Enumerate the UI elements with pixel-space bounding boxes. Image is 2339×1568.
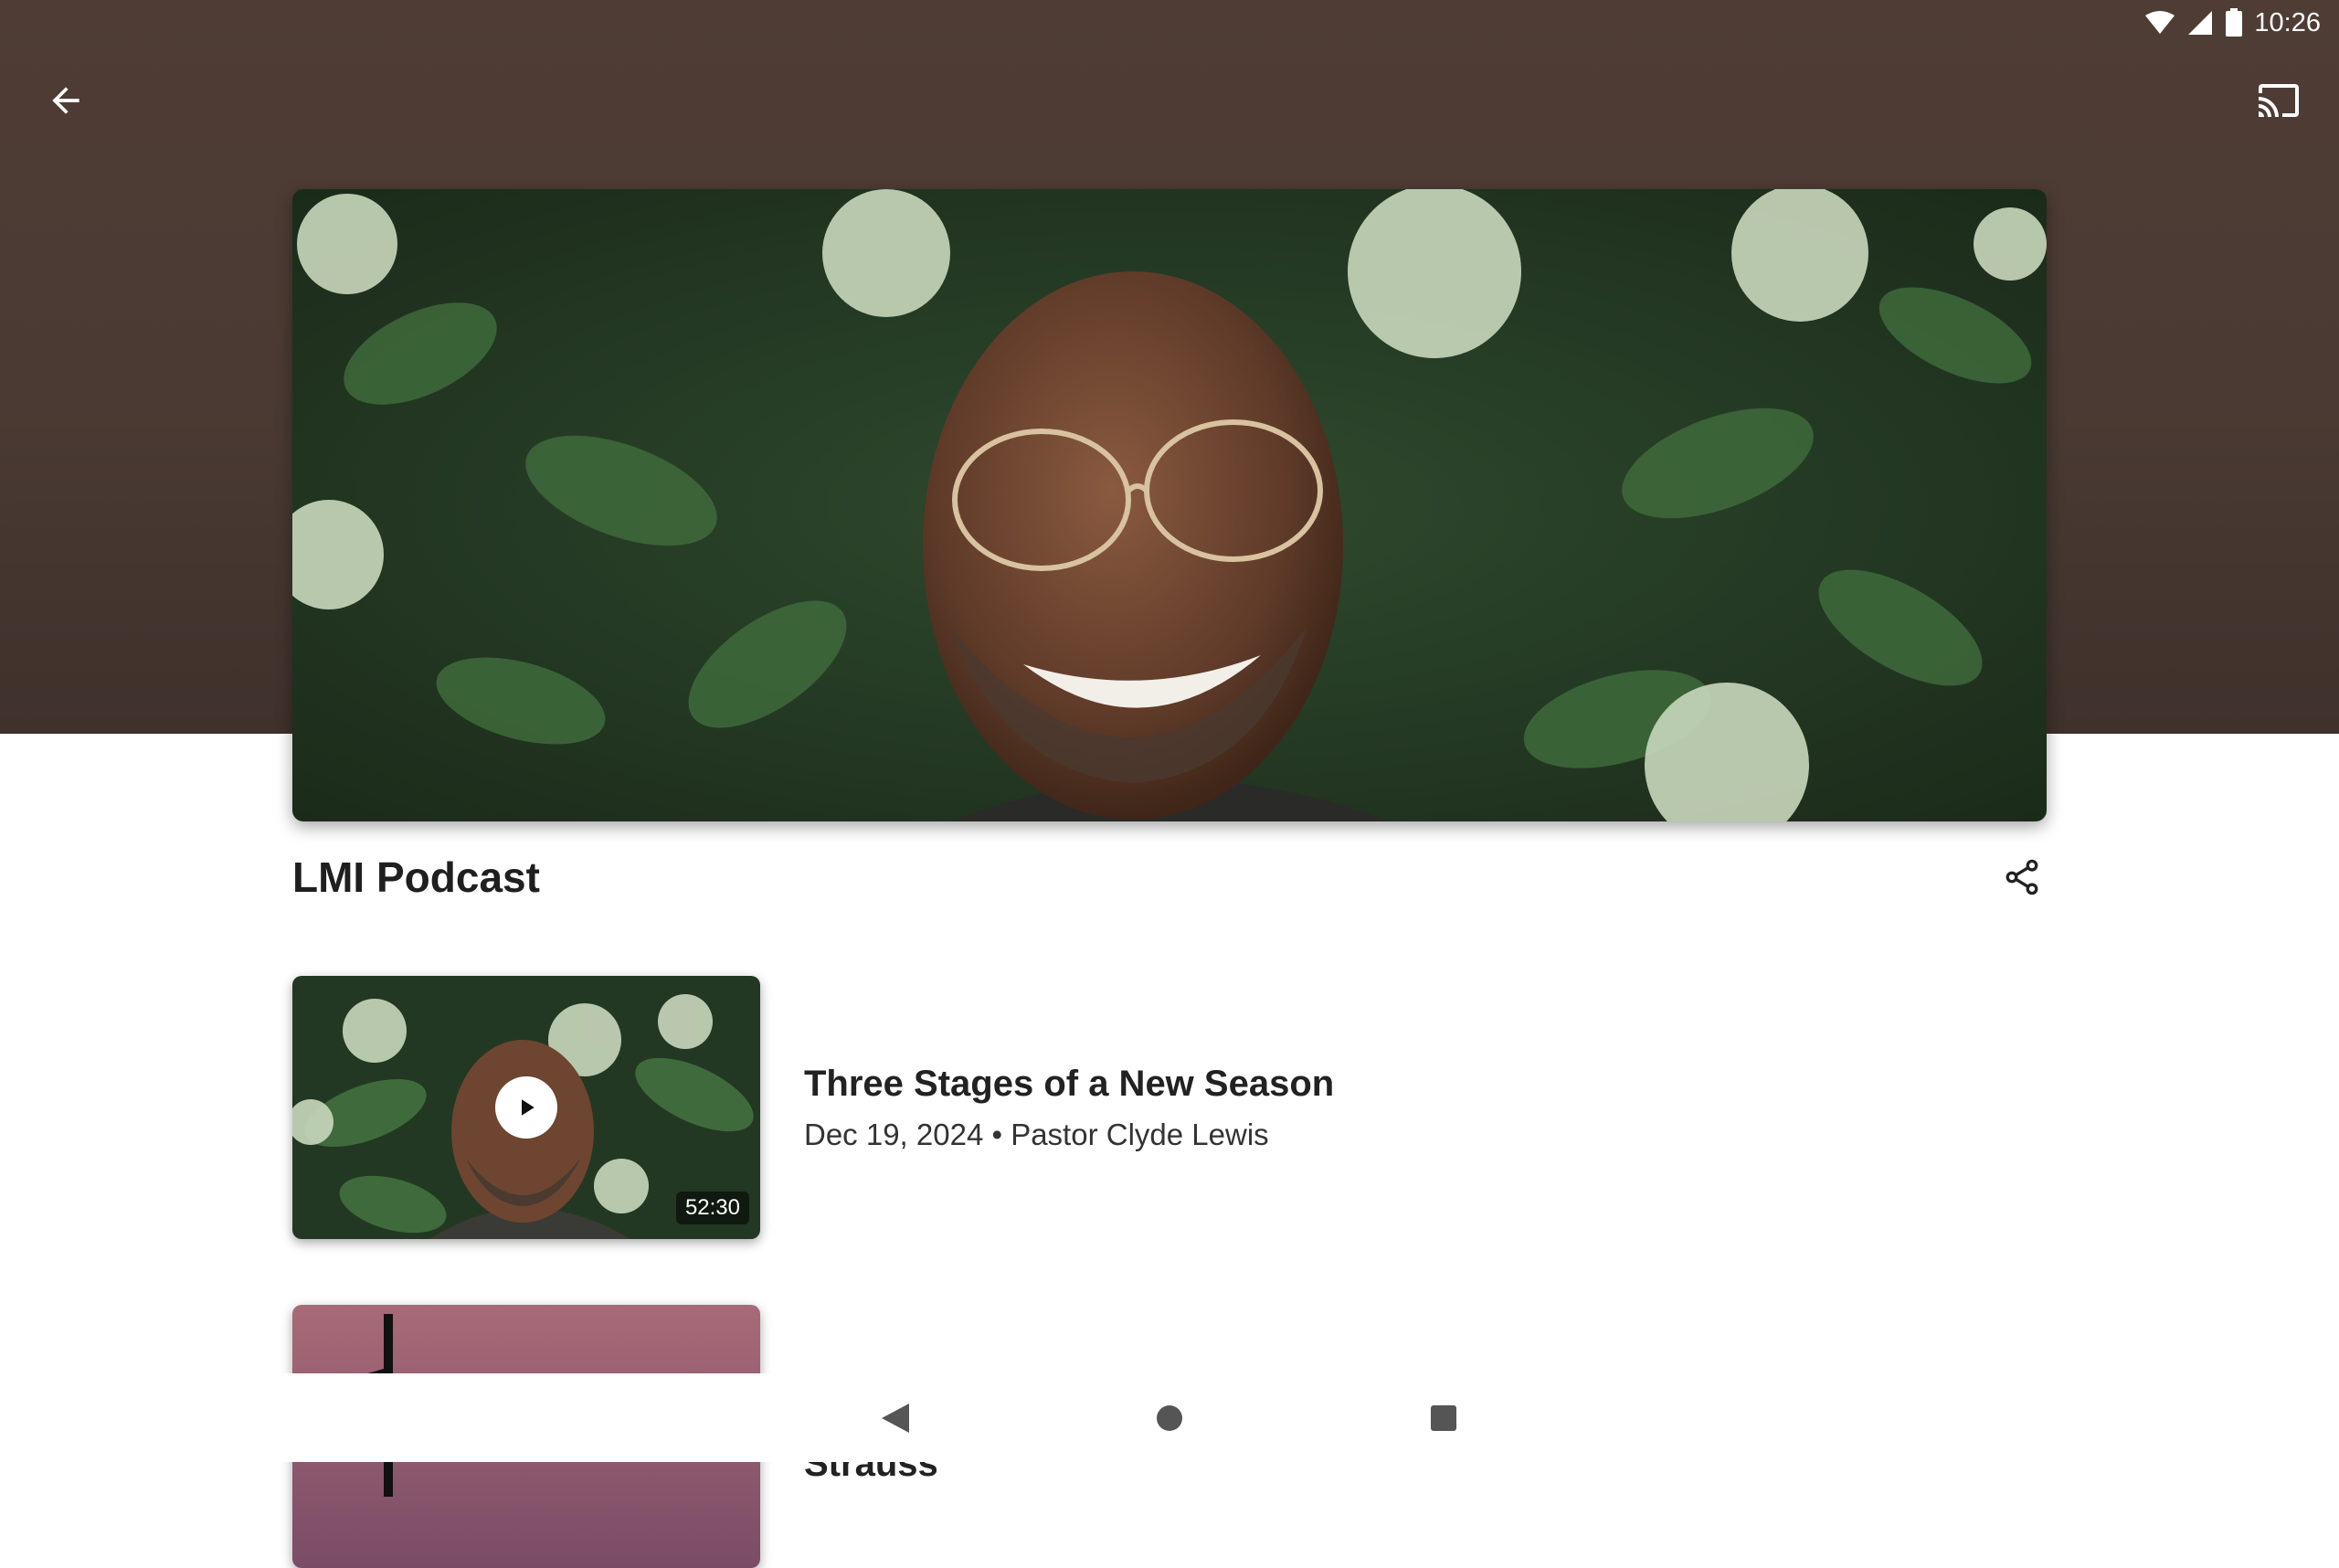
home-circle-icon bbox=[1157, 1404, 1182, 1431]
back-button[interactable] bbox=[33, 68, 99, 133]
episode-thumbnail[interactable]: 52:30 bbox=[292, 976, 760, 1239]
cast-button[interactable] bbox=[2246, 68, 2312, 133]
cast-icon bbox=[2259, 84, 2299, 117]
episode-text: Three Stages of a New Season Dec 19, 202… bbox=[804, 1064, 1334, 1152]
podcast-hero-image bbox=[292, 189, 2047, 821]
share-button[interactable] bbox=[1990, 845, 2054, 909]
nav-home-button[interactable] bbox=[1142, 1391, 1197, 1446]
status-time: 10:26 bbox=[2254, 7, 2321, 37]
page-title: LMI Podcast bbox=[292, 853, 540, 901]
play-icon bbox=[522, 1099, 534, 1116]
episode-title[interactable]: Three Stages of a New Season bbox=[804, 1064, 1334, 1105]
system-nav-bar bbox=[0, 1373, 2339, 1462]
back-triangle-icon bbox=[882, 1403, 909, 1433]
nav-recents-button[interactable] bbox=[1416, 1391, 1471, 1446]
nav-back-button[interactable] bbox=[868, 1391, 923, 1446]
signal-icon bbox=[2186, 9, 2214, 37]
episode-meta: Dec 19, 2024 • Pastor Clyde Lewis bbox=[804, 1117, 1269, 1151]
battery-icon bbox=[2225, 8, 2243, 37]
podcast-title-row: LMI Podcast bbox=[292, 841, 2047, 914]
episode-duration: 52:30 bbox=[675, 1192, 749, 1224]
status-bar: 10:26 bbox=[2144, 0, 2339, 46]
play-button[interactable] bbox=[495, 1076, 557, 1139]
share-icon bbox=[2006, 859, 2038, 895]
recents-square-icon bbox=[1431, 1404, 1456, 1431]
wifi-icon bbox=[2144, 10, 2175, 36]
arrow-left-icon bbox=[52, 87, 79, 114]
episode-item[interactable]: 52:30 Three Stages of a New Season Dec 1… bbox=[292, 976, 2047, 1239]
